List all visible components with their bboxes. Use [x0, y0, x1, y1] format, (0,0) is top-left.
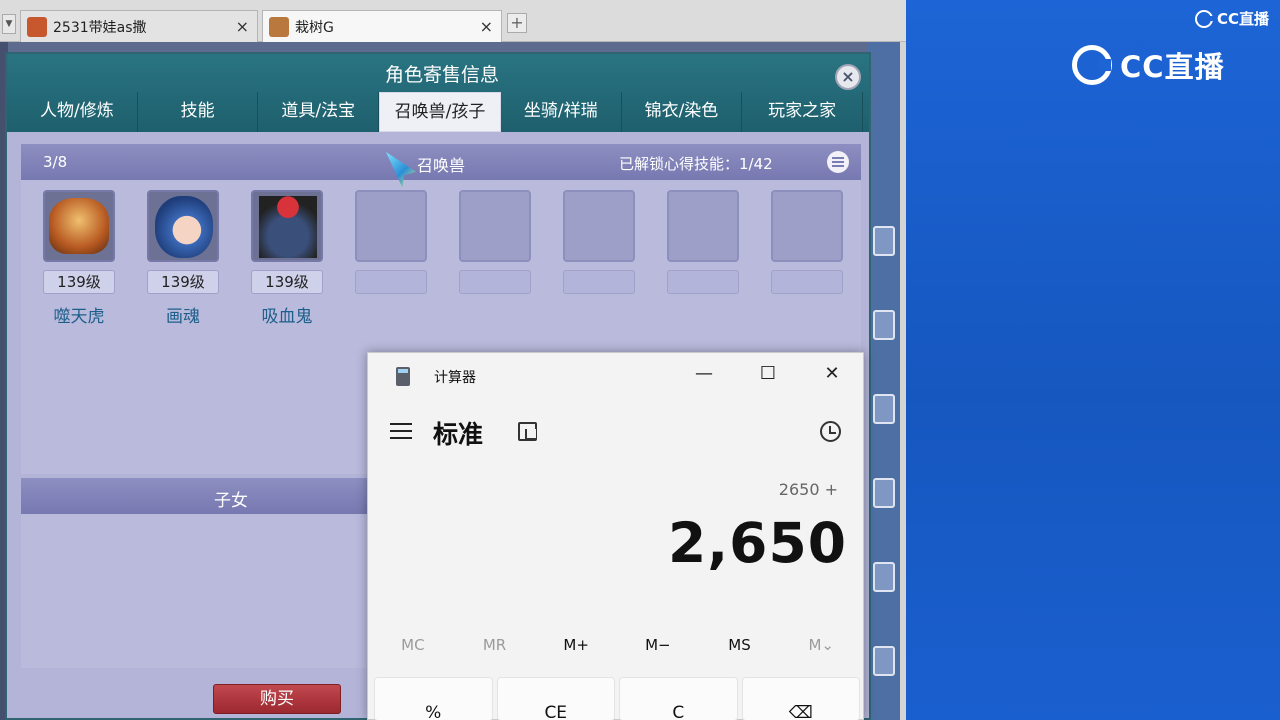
tab-title: 2531带娃as撒: [53, 19, 147, 36]
tab-close-icon[interactable]: ×: [236, 17, 249, 36]
close-button[interactable]: ✕: [819, 363, 845, 384]
empty-pet-slot[interactable]: [563, 190, 635, 262]
game-avatar-icon: [269, 16, 289, 37]
pet-name[interactable]: 画魂: [135, 302, 231, 327]
tab-skills[interactable]: 技能: [138, 92, 259, 132]
memory-add-button[interactable]: M+: [535, 636, 617, 654]
tab-title: 栽树G: [295, 19, 334, 36]
tab-list-dropdown-icon[interactable]: ▼: [2, 14, 16, 34]
tab-character[interactable]: 人物/修炼: [17, 92, 138, 132]
empty-pet-slot[interactable]: [459, 190, 531, 262]
dialog-title: 角色寄售信息: [384, 64, 499, 86]
memory-list-button[interactable]: M⌄: [780, 636, 862, 654]
vampire-pet-portrait-icon: [259, 196, 317, 258]
clear-key[interactable]: C: [619, 677, 738, 720]
calculator-display: 2,650: [668, 511, 847, 575]
new-tab-button[interactable]: +: [507, 13, 527, 33]
memory-subtract-button[interactable]: M−: [617, 636, 699, 654]
desktop-background: [906, 0, 1280, 720]
calculator-title: 计算器: [434, 370, 476, 386]
clear-entry-key[interactable]: CE: [496, 677, 615, 720]
pet-name[interactable]: 吸血鬼: [239, 302, 335, 327]
calculator-mode-title: 标准: [433, 420, 484, 449]
cart-icon[interactable]: [873, 226, 895, 256]
cart-icon[interactable]: [873, 310, 895, 340]
hamburger-menu-icon[interactable]: [390, 423, 412, 444]
keep-on-top-icon[interactable]: [518, 422, 537, 441]
calculator-key-row: % CE C ⌫: [374, 677, 860, 720]
calculator-window: 计算器 — ☐ ✕ 标准 2650 + 2,650 MC MR M+ M− MS…: [367, 352, 864, 720]
cart-icon[interactable]: [873, 394, 895, 424]
cc-live-watermark-small: CC直播: [1195, 8, 1269, 29]
pet-slot-2[interactable]: [147, 190, 219, 262]
tab-items[interactable]: 道具/法宝: [258, 92, 380, 132]
empty-level-box: [355, 270, 427, 294]
skills-unlocked-text: 已解锁心得技能：1/42: [619, 155, 773, 173]
pet-level: 139级: [43, 270, 115, 294]
backspace-key[interactable]: ⌫: [741, 677, 860, 720]
tiger-pet-portrait-icon: [49, 198, 109, 254]
tab-pets-children[interactable]: 召唤兽/孩子: [379, 92, 501, 132]
cc-brand-text: CC直播: [1120, 50, 1225, 84]
cc-live-watermark: CC直播: [1072, 44, 1225, 86]
calculator-expression: 2650 +: [778, 480, 838, 499]
history-icon[interactable]: [820, 421, 841, 442]
memory-recall-button[interactable]: MR: [454, 636, 536, 654]
cart-icon[interactable]: [873, 646, 895, 676]
list-menu-icon[interactable]: [827, 151, 849, 173]
tab-outfits[interactable]: 锦衣/染色: [622, 92, 743, 132]
minimize-button[interactable]: —: [691, 363, 717, 384]
memory-store-button[interactable]: MS: [699, 636, 781, 654]
memory-button-row: MC MR M+ M− MS M⌄: [372, 636, 862, 654]
tab-mounts[interactable]: 坐骑/祥瑞: [501, 92, 622, 132]
buy-button[interactable]: 购买: [213, 684, 341, 714]
cc-brand-text-small: CC直播: [1217, 10, 1270, 28]
maximize-button[interactable]: ☐: [755, 363, 781, 384]
pet-level: 139级: [251, 270, 323, 294]
memory-clear-button[interactable]: MC: [372, 636, 454, 654]
tab-close-icon[interactable]: ×: [480, 17, 493, 36]
pet-level: 139级: [147, 270, 219, 294]
cc-logo-icon: [1072, 45, 1112, 85]
pets-header-bar: 3/8 召唤兽 已解锁心得技能：1/42: [21, 144, 861, 180]
tab-player-home[interactable]: 玩家之家: [742, 92, 864, 132]
browser-tab-2[interactable]: 栽树G ×: [262, 10, 502, 42]
calculator-app-icon: [396, 367, 410, 386]
pet-slot-1[interactable]: [43, 190, 115, 262]
empty-level-box: [563, 270, 635, 294]
game-avatar-icon: [27, 16, 47, 37]
painted-soul-pet-portrait-icon: [155, 196, 213, 258]
pet-name[interactable]: 噬天虎: [31, 302, 127, 327]
empty-pet-slot[interactable]: [667, 190, 739, 262]
empty-level-box: [459, 270, 531, 294]
empty-level-box: [771, 270, 843, 294]
cart-icon[interactable]: [873, 562, 895, 592]
percent-key[interactable]: %: [374, 677, 493, 720]
empty-pet-slot[interactable]: [355, 190, 427, 262]
dialog-tab-bar: 人物/修炼 技能 道具/法宝 召唤兽/孩子 坐骑/祥瑞 锦衣/染色 玩家之家: [17, 92, 864, 132]
empty-pet-slot[interactable]: [771, 190, 843, 262]
browser-tab-1[interactable]: 2531带娃as撒 ×: [20, 10, 258, 42]
dialog-close-button[interactable]: ×: [835, 64, 861, 90]
empty-level-box: [667, 270, 739, 294]
browser-tab-bar: ▼ 2531带娃as撒 × 栽树G × +: [0, 0, 906, 42]
cc-logo-icon: [1195, 9, 1215, 28]
pet-slot-3[interactable]: [251, 190, 323, 262]
cart-icon[interactable]: [873, 478, 895, 508]
game-right-sidebar: [868, 42, 900, 720]
